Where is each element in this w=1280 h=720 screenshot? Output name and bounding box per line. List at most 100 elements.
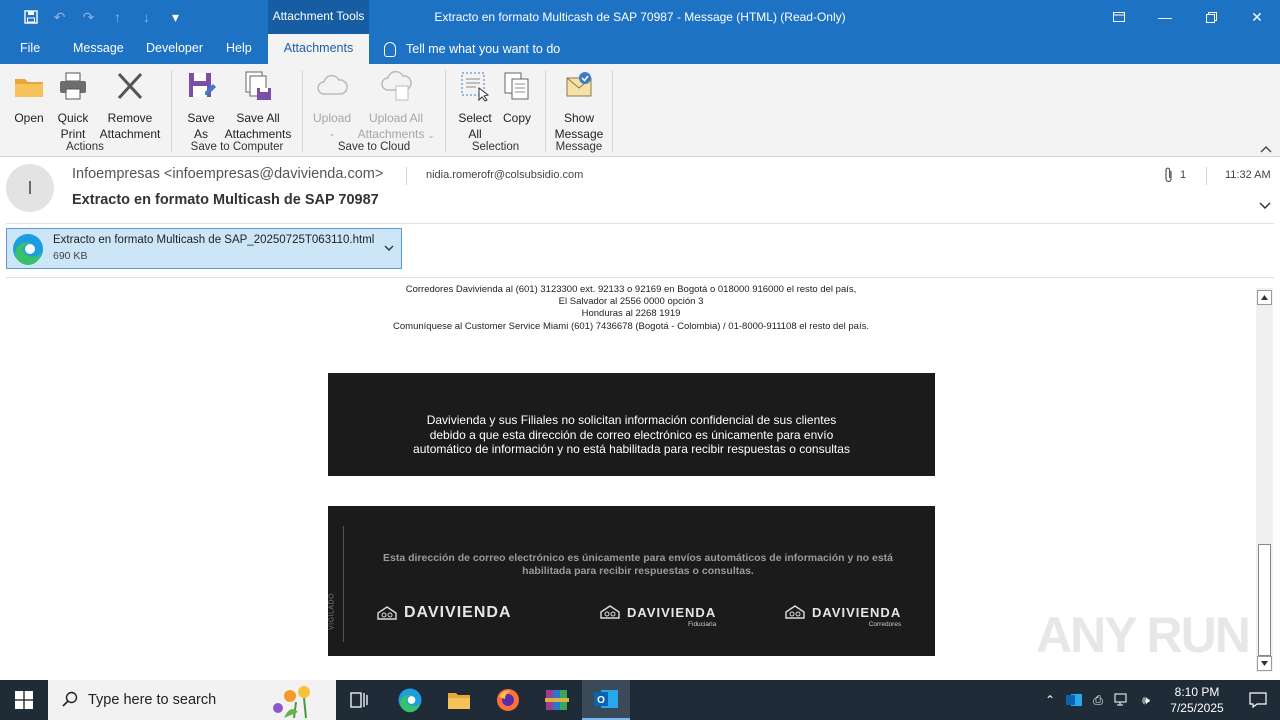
system-tray: ⌃ ⎙ 🕪 8:10 PM 7/25/2025 [1038,680,1280,720]
logo-sub: Corredores [868,621,902,628]
down-arrow-icon[interactable]: ↓ [132,6,161,28]
logo-word: DAVIVIENDA [404,604,512,621]
watermark: ANY RUN [1036,607,1251,663]
ribbon-tabs: File Message Developer Help Attachments … [0,34,1280,64]
sender[interactable]: Infoempresas <infoempresas@davivienda.co… [72,166,383,182]
tulips-decoration-icon [273,686,310,718]
group-label-save-to-cloud: Save to Cloud [337,141,411,153]
task-view-icon[interactable] [336,680,384,720]
cloud-icon [317,74,348,95]
show-message-button[interactable]: Show Message [553,70,605,142]
restore-icon[interactable] [1188,0,1234,34]
firefox-icon[interactable] [484,680,532,720]
notice-line: habilitada para recibir respuestas o con… [522,565,754,577]
expand-header-icon[interactable] [1258,201,1272,211]
select-all-label-1: Select [458,111,492,125]
scroll-thumb[interactable] [1258,544,1271,656]
warning-line: automático de información y no está habi… [413,442,850,457]
upload-all-label-1: Upload All [368,111,424,125]
tab-attachments[interactable]: Attachments [268,34,369,64]
house-logo-icon [600,605,620,619]
warning-line: debido a que esta dirección de correo el… [429,427,834,442]
quick-print-button[interactable]: Quick Print [52,70,94,142]
select-all-label-2: All [468,127,482,141]
remove-attachment-button[interactable]: Remove Attachment [96,70,164,142]
tab-message[interactable]: Message [73,34,124,64]
close-icon[interactable]: ✕ [1234,0,1280,34]
received-time: 11:32 AM [1225,169,1271,181]
save-all-label-1: Save All [236,111,280,125]
remove-x-icon [117,72,143,100]
network-icon[interactable] [1110,680,1134,720]
edge-browser-icon [13,234,43,265]
taskbar-search[interactable]: Type here to search [48,680,336,720]
device-icon[interactable]: ⎙ [1086,680,1110,720]
ribbon: Open Quick Print Remove Attachment Actio… [0,64,1280,157]
winrar-icon[interactable] [533,680,581,720]
scroll-up-icon[interactable] [1257,290,1272,305]
attachment-item[interactable]: Extracto en formato Multicash de SAP_202… [6,228,402,269]
folder-icon [15,79,43,97]
system-clock[interactable]: 8:10 PM 7/25/2025 [1158,684,1236,716]
tab-file[interactable]: File [20,34,40,64]
tab-help[interactable]: Help [226,34,252,64]
logo-word: DAVIVIENDA [812,604,902,620]
collapse-ribbon-icon[interactable] [1260,144,1272,154]
group-separator [302,70,303,152]
contact-line: Corredores Davivienda al (601) 3123300 e… [405,284,857,295]
header-divider [6,223,1274,224]
save-all-attachments-button[interactable]: Save All Attachments [222,70,294,142]
redo-icon[interactable]: ↷ [74,6,103,28]
quick-access-toolbar: ↶ ↷ ↑ ↓ ▾ [16,6,190,28]
edge-taskbar-icon[interactable] [386,680,434,720]
minimize-icon[interactable]: — [1142,0,1188,34]
save-as-button[interactable]: Save As [180,70,222,142]
group-separator [612,70,613,152]
upload-button[interactable]: Upload ⌄ [309,70,355,142]
copy-button[interactable]: Copy [498,70,536,126]
save-icon[interactable] [16,6,45,28]
upload-all-attachments-button[interactable]: Upload All Attachments ⌄ [355,70,437,144]
tab-developer[interactable]: Developer [146,34,203,64]
copy-icon [504,72,529,100]
paperclip-icon [1165,167,1172,183]
vertical-scrollbar[interactable] [1256,288,1273,672]
remove-attachment-label-1: Remove [107,111,153,125]
windows-logo-icon [15,691,33,709]
show-hidden-icons-icon[interactable]: ⌃ [1038,680,1062,720]
customize-toolbar-icon[interactable]: ▾ [161,6,190,28]
outlook-tray-icon[interactable] [1062,680,1086,720]
file-explorer-icon[interactable] [435,680,483,720]
open-button[interactable]: Open [8,70,50,126]
svg-text:O: O [597,695,605,706]
attachment-count: 1 [1164,167,1186,183]
start-button[interactable] [0,680,48,720]
upload-dropdown-icon: ⌄ [328,129,336,138]
notice-line: Esta dirección de correo electrónico es … [383,552,893,564]
save-as-label-2: As [193,127,208,141]
open-label: Open [14,111,44,125]
upload-all-label-2: Attachments [357,127,425,141]
select-all-button[interactable]: Select All [454,70,496,142]
taskbar: Type here to search O ⌃ ⎙ 🕪 8:10 PM 7/25… [0,680,1280,720]
security-warning-block: Davivienda y sus Filiales no solicitan i… [328,373,935,476]
scroll-down-icon[interactable] [1257,656,1272,671]
notifications-icon[interactable] [1236,680,1280,720]
avatar[interactable]: I [6,164,54,212]
volume-icon[interactable]: 🕪 [1134,680,1158,720]
quick-print-label-2: Print [60,127,86,141]
divider [1206,167,1207,185]
outlook-taskbar-icon[interactable]: O [582,680,630,720]
group-separator [545,70,546,152]
show-message-label-2: Message [554,127,604,141]
logo-word: DAVIVIENDA [627,604,717,620]
group-label-actions: Actions [66,141,104,153]
save-as-label-1: Save [187,111,215,125]
ribbon-display-options-icon[interactable] [1096,0,1142,34]
undo-icon[interactable]: ↶ [45,6,74,28]
tell-me-box[interactable]: Tell me what you want to do [384,34,560,64]
select-all-icon [461,72,490,102]
chevron-down-icon[interactable] [383,243,395,253]
recipient[interactable]: nidia.romerofr@colsubsidio.com [426,169,583,181]
up-arrow-icon[interactable]: ↑ [103,6,132,28]
